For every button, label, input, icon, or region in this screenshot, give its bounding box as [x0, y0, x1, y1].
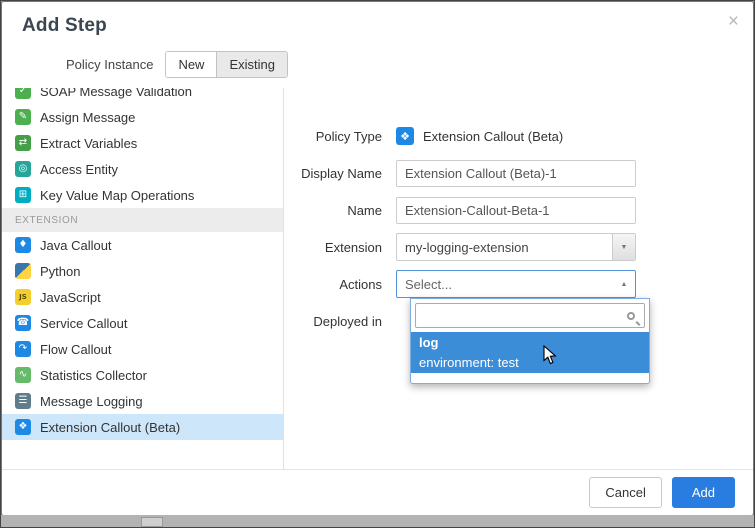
modal-content: SOAP Message Validation Assign Message E… [2, 88, 753, 469]
policy-item-label: Assign Message [40, 110, 135, 125]
policy-item-python[interactable]: Python [2, 258, 283, 284]
dropdown-search-input[interactable] [422, 308, 627, 323]
javascript-icon [15, 289, 31, 305]
name-label: Name [284, 203, 396, 218]
policy-item-statistics-collector[interactable]: Statistics Collector [2, 362, 283, 388]
extension-callout-icon [396, 127, 414, 145]
policy-item-extension-callout-beta[interactable]: Extension Callout (Beta) [2, 414, 283, 440]
mouse-cursor [543, 345, 557, 365]
policy-item-service-callout[interactable]: Service Callout [2, 310, 283, 336]
policy-type-label: Policy Type [284, 129, 396, 144]
dropdown-options: log environment: test [411, 332, 649, 373]
close-icon[interactable]: × [728, 12, 739, 31]
policy-list: SOAP Message Validation Assign Message E… [2, 88, 284, 469]
policy-item-label: Access Entity [40, 162, 118, 177]
python-icon [15, 263, 31, 279]
policy-item-assign-message[interactable]: Assign Message [2, 104, 283, 130]
policy-instance-existing-button[interactable]: Existing [216, 52, 287, 77]
statistics-icon [15, 367, 31, 383]
modal-footer: Cancel Add [2, 469, 753, 515]
display-name-input[interactable] [396, 160, 636, 187]
policy-item-label: SOAP Message Validation [40, 88, 192, 99]
extension-select-value: my-logging-extension [397, 240, 612, 255]
policy-item-access-entity[interactable]: Access Entity [2, 156, 283, 182]
policy-type-value-wrap: Extension Callout (Beta) [396, 127, 563, 145]
add-step-modal: Add Step × Policy Instance New Existing … [1, 1, 754, 516]
policy-item-label: Python [40, 264, 80, 279]
background-page [1, 515, 754, 527]
display-name-row: Display Name [284, 159, 753, 187]
policy-item-label: Extract Variables [40, 136, 137, 151]
chevron-down-icon [612, 234, 635, 260]
service-callout-icon [15, 315, 31, 331]
access-entity-icon [15, 161, 31, 177]
policy-list-scroll[interactable]: SOAP Message Validation Assign Message E… [2, 88, 283, 440]
policy-instance-toolbar: Policy Instance New Existing [2, 43, 753, 88]
policy-item-label: Flow Callout [40, 342, 112, 357]
chevron-up-icon [613, 281, 635, 288]
policy-type-row: Policy Type Extension Callout (Beta) [284, 122, 753, 150]
actions-select-placeholder: Select... [397, 277, 613, 292]
dropdown-option-environment-test[interactable]: environment: test [411, 352, 649, 373]
screen: Add Step × Policy Instance New Existing … [0, 0, 755, 528]
add-button[interactable]: Add [672, 477, 735, 508]
policy-item-java-callout[interactable]: Java Callout [2, 232, 283, 258]
soap-validation-icon [15, 88, 31, 99]
message-logging-icon [15, 393, 31, 409]
modal-title: Add Step [22, 15, 733, 37]
policy-item-label: JavaScript [40, 290, 101, 305]
policy-instance-toggle: New Existing [165, 51, 288, 78]
dropdown-group-log[interactable]: log [411, 332, 649, 352]
display-name-label: Display Name [284, 166, 396, 181]
cancel-button[interactable]: Cancel [589, 477, 661, 508]
extract-variables-icon [15, 135, 31, 151]
search-icon [627, 312, 635, 320]
policy-item-label: Java Callout [40, 238, 112, 253]
flow-callout-icon [15, 341, 31, 357]
policy-item-label: Service Callout [40, 316, 127, 331]
actions-label: Actions [284, 277, 396, 292]
actions-dropdown: log environment: test [410, 298, 650, 384]
policy-item-label: Key Value Map Operations [40, 188, 194, 203]
policy-item-flow-callout[interactable]: Flow Callout [2, 336, 283, 362]
section-header-extension: EXTENSION [2, 208, 283, 232]
policy-item-message-logging[interactable]: Message Logging [2, 388, 283, 414]
key-value-map-icon [15, 187, 31, 203]
extension-callout-icon [15, 419, 31, 435]
policy-item-javascript[interactable]: JavaScript [2, 284, 283, 310]
policy-instance-label: Policy Instance [66, 57, 153, 72]
dropdown-search [415, 303, 645, 328]
policy-instance-new-button[interactable]: New [166, 52, 216, 77]
modal-header: Add Step × [2, 2, 753, 43]
policy-item-extract-variables[interactable]: Extract Variables [2, 130, 283, 156]
extension-label: Extension [284, 240, 396, 255]
policy-item-soap-message-validation[interactable]: SOAP Message Validation [2, 88, 283, 104]
policy-form: Policy Type Extension Callout (Beta) Dis… [284, 88, 753, 469]
actions-row: Actions Select... log environment: test [284, 270, 753, 298]
policy-item-label: Extension Callout (Beta) [40, 420, 180, 435]
background-page-fragment [141, 517, 163, 527]
extension-row: Extension my-logging-extension [284, 233, 753, 261]
policy-item-label: Statistics Collector [40, 368, 147, 383]
actions-select[interactable]: Select... [396, 270, 636, 298]
policy-item-key-value-map-operations[interactable]: Key Value Map Operations [2, 182, 283, 208]
assign-message-icon [15, 109, 31, 125]
deployed-in-label: Deployed in [284, 314, 396, 329]
policy-type-value: Extension Callout (Beta) [423, 129, 563, 144]
java-icon [15, 237, 31, 253]
name-input[interactable] [396, 197, 636, 224]
name-row: Name [284, 196, 753, 224]
policy-item-label: Message Logging [40, 394, 143, 409]
extension-select[interactable]: my-logging-extension [396, 233, 636, 261]
